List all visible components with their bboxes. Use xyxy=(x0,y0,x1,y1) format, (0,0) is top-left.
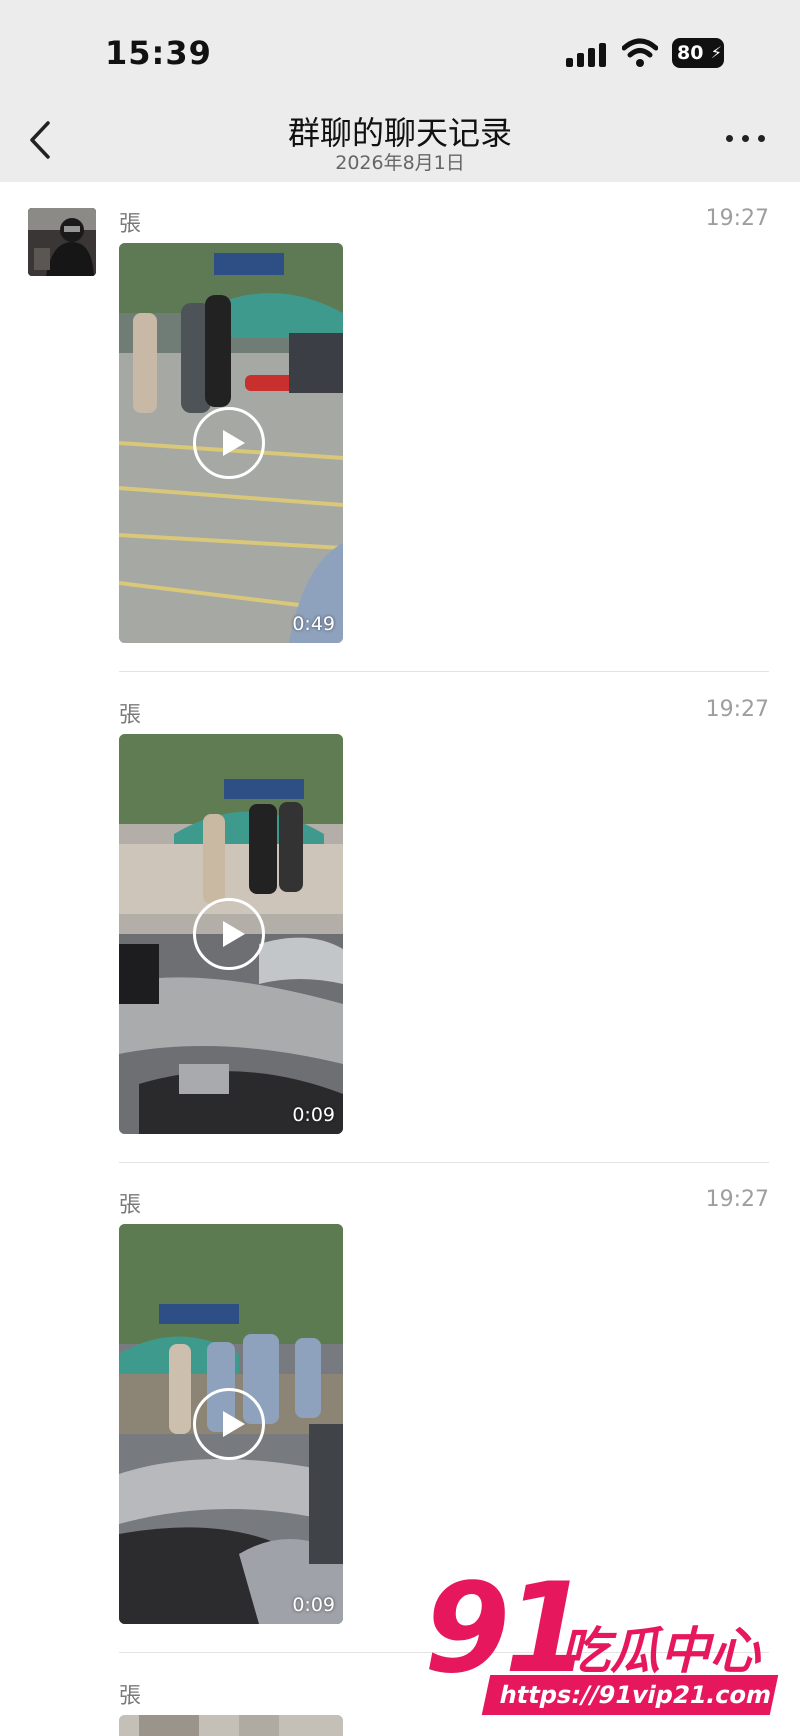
play-icon[interactable] xyxy=(193,898,265,970)
page-subtitle-date: 2026年8月1日 xyxy=(335,152,465,174)
battery-indicator: 80 ⚡ xyxy=(672,38,724,68)
status-time: 15:39 xyxy=(105,34,212,72)
cellular-signal-icon xyxy=(566,41,610,67)
chat-message: 張 19:27 0:09 xyxy=(119,697,769,1137)
message-time: 19:27 xyxy=(705,697,769,722)
message-time: 19:27 xyxy=(705,1187,769,1212)
video-duration: 0:09 xyxy=(292,1104,335,1126)
top-bar: 15:39 80 ⚡ 群聊的聊天记录 2026年8月1日 xyxy=(0,0,800,182)
watermark-logo: 91 吃瓜中心 https://91vip21.com xyxy=(420,1557,780,1725)
sender-name: 張 xyxy=(119,703,142,728)
play-icon[interactable] xyxy=(193,407,265,479)
battery-level: 80 xyxy=(677,42,704,64)
message-divider xyxy=(119,671,769,672)
charging-icon: ⚡ xyxy=(710,43,722,62)
message-divider xyxy=(119,1162,769,1163)
sender-name: 張 xyxy=(119,1684,142,1709)
video-thumbnail[interactable]: 0:09 xyxy=(119,1224,343,1624)
video-frame-image xyxy=(119,1715,343,1736)
video-thumbnail[interactable] xyxy=(119,1715,343,1736)
watermark-name: 吃瓜中心 xyxy=(560,1622,760,1680)
video-thumbnail[interactable]: 0:09 xyxy=(119,734,343,1134)
avatar-image xyxy=(28,208,96,276)
message-time: 19:27 xyxy=(705,206,769,231)
video-duration: 0:09 xyxy=(292,1594,335,1616)
play-icon[interactable] xyxy=(193,1388,265,1460)
wifi-icon xyxy=(622,38,658,67)
sender-name: 張 xyxy=(119,212,142,237)
chat-message: 張 19:27 0:49 xyxy=(119,206,769,646)
video-thumbnail[interactable]: 0:49 xyxy=(119,243,343,643)
sender-name: 張 xyxy=(119,1193,142,1218)
more-options-icon[interactable] xyxy=(724,130,768,146)
watermark-url: https://91vip21.com xyxy=(481,1675,779,1715)
video-duration: 0:49 xyxy=(292,613,335,635)
avatar[interactable] xyxy=(28,208,96,276)
